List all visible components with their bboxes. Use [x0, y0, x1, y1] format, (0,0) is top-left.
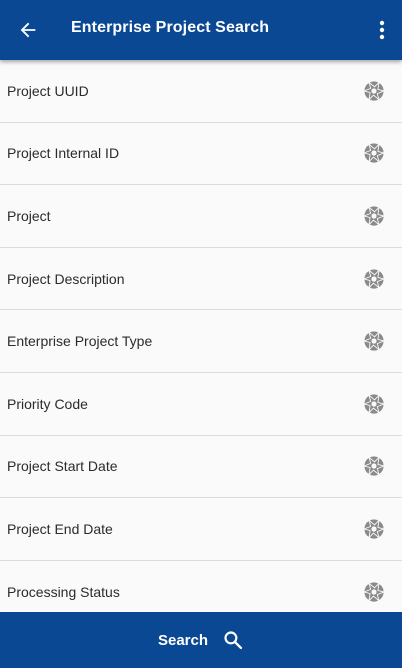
- field-row-project-description[interactable]: Project Description: [0, 247, 402, 311]
- search-button-label: Search: [157, 631, 209, 649]
- field-label: Project: [7, 207, 51, 224]
- app-screen: Enterprise Project Search Project UUID P…: [0, 0, 402, 668]
- field-label: Project Description: [7, 270, 125, 287]
- arrow-left-icon: [20, 22, 36, 38]
- page-title: Enterprise Project Search: [71, 19, 270, 36]
- field-row-enterprise-project-type[interactable]: Enterprise Project Type: [0, 310, 402, 373]
- app-header: Enterprise Project Search: [0, 0, 402, 60]
- field-label: Processing Status: [7, 583, 120, 600]
- aperture-icon[interactable]: [363, 518, 385, 540]
- aperture-icon[interactable]: [363, 80, 385, 102]
- field-row-project-internal-id[interactable]: Project Internal ID: [0, 122, 402, 186]
- more-vertical-icon: [379, 20, 385, 40]
- field-row-project-start-date[interactable]: Project Start Date: [0, 435, 402, 499]
- field-label: Project End Date: [7, 520, 113, 537]
- aperture-icon[interactable]: [363, 581, 385, 603]
- field-label: Enterprise Project Type: [7, 333, 153, 350]
- aperture-icon[interactable]: [363, 455, 385, 477]
- field-row-processing-status[interactable]: Processing Status: [0, 560, 402, 612]
- field-row-project[interactable]: Project: [0, 185, 402, 248]
- search-button[interactable]: Search: [0, 612, 402, 668]
- aperture-icon[interactable]: [363, 330, 385, 352]
- field-label: Priority Code: [7, 395, 88, 412]
- aperture-icon[interactable]: [363, 393, 385, 415]
- aperture-icon[interactable]: [363, 205, 385, 227]
- overflow-menu-button[interactable]: [370, 12, 394, 48]
- field-label: Project Start Date: [7, 458, 118, 475]
- search-icon: [222, 629, 244, 651]
- back-button[interactable]: [10, 12, 46, 48]
- field-row-project-end-date[interactable]: Project End Date: [0, 498, 402, 561]
- aperture-icon[interactable]: [363, 142, 385, 164]
- field-row-project-uuid[interactable]: Project UUID: [0, 60, 402, 123]
- field-label: Project UUID: [7, 82, 89, 99]
- search-field-list: Project UUID Project Internal ID Project…: [0, 60, 402, 612]
- field-label: Project Internal ID: [7, 145, 120, 162]
- aperture-icon[interactable]: [363, 268, 385, 290]
- field-row-priority-code[interactable]: Priority Code: [0, 372, 402, 436]
